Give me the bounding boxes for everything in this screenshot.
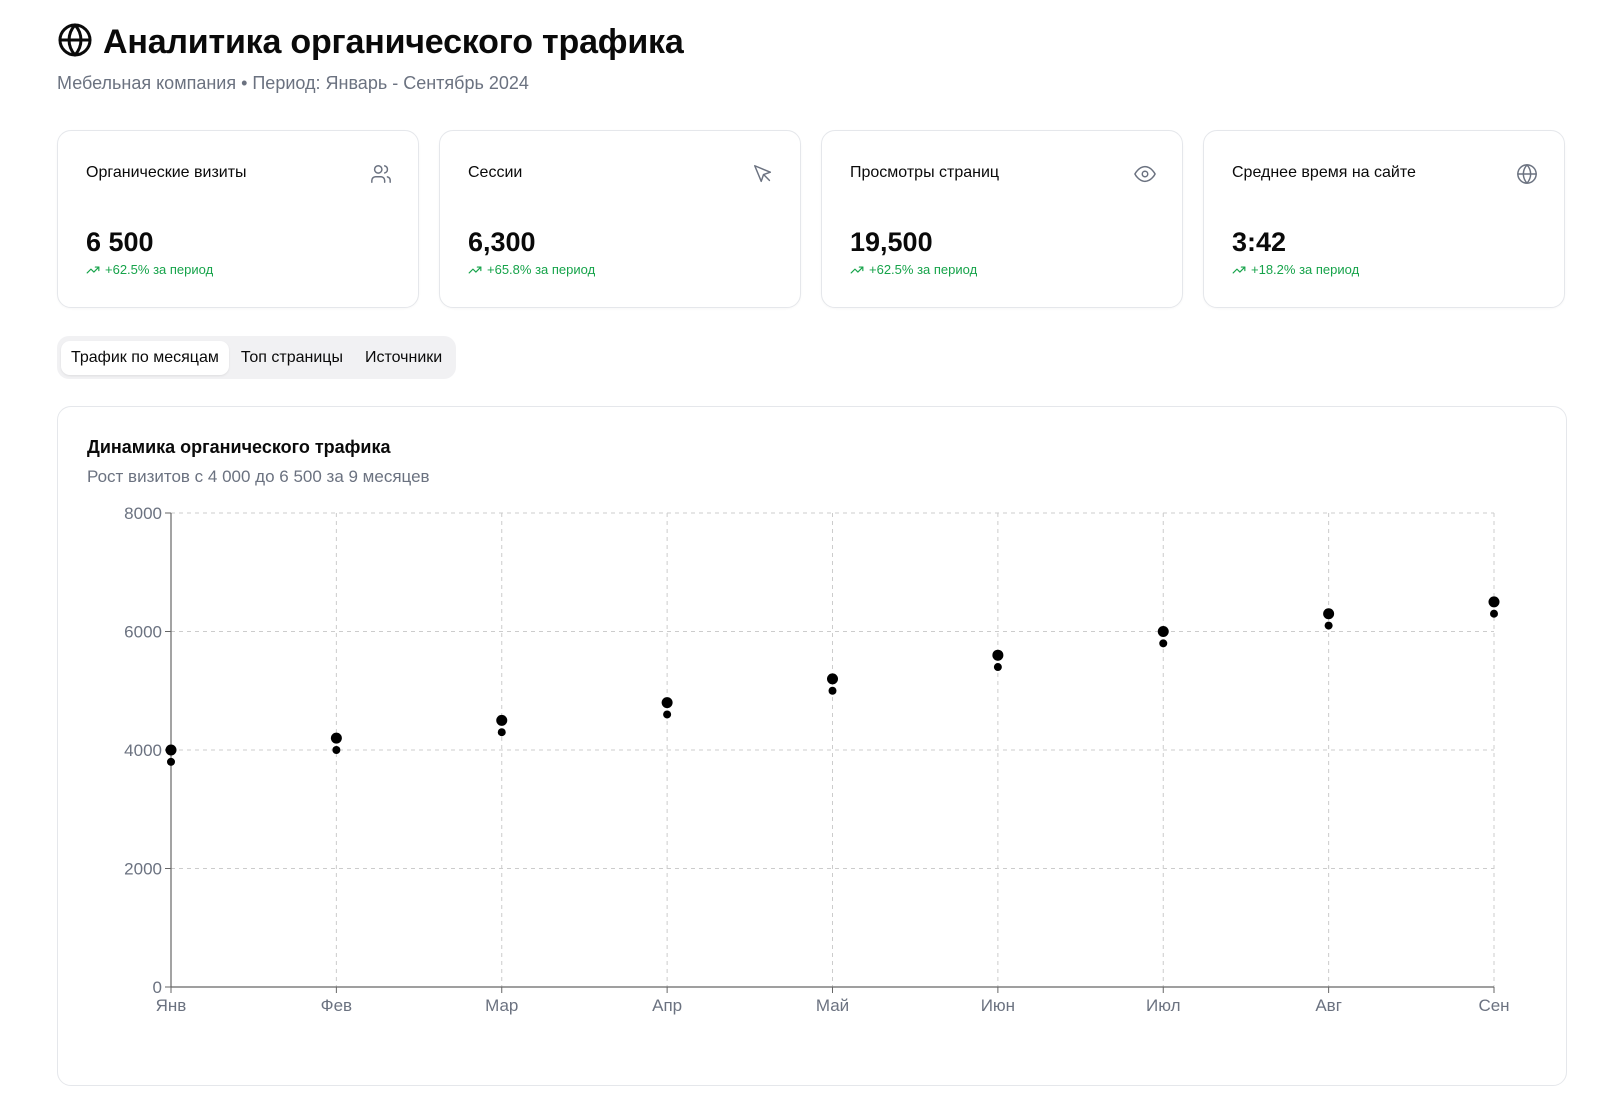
users-icon xyxy=(370,163,392,185)
y-tick-label: 4000 xyxy=(124,741,162,760)
kpi-label: Сессии xyxy=(468,164,523,181)
kpi-value: 3:42 xyxy=(1232,227,1287,257)
y-tick-label: 2000 xyxy=(124,860,162,879)
x-tick-label: Фев xyxy=(321,996,352,1015)
kpi-delta: +62.5% за период xyxy=(850,262,977,277)
data-point-series-2 xyxy=(663,710,672,719)
data-point-series-2 xyxy=(332,746,341,754)
kpi-delta-text: +62.5% за период xyxy=(105,262,214,277)
kpi-label: Просмотры страниц xyxy=(850,164,1000,181)
data-point-series-2 xyxy=(167,757,175,766)
y-tick-label: 0 xyxy=(153,978,162,997)
data-point-series-2 xyxy=(993,663,1002,672)
tab-top-pages[interactable]: Топ страницы xyxy=(231,341,353,375)
x-tick-label: Сен xyxy=(1478,996,1509,1015)
data-point-series-1 xyxy=(330,732,342,744)
kpi-label: Органические визиты xyxy=(86,164,247,181)
kpi-card-sessions: Сессии 6,300 +65.8% за период xyxy=(439,130,801,308)
page-header: Аналитика органического трафика Мебельна… xyxy=(57,22,684,94)
tab-sources[interactable]: Источники xyxy=(355,341,452,375)
data-point-series-2 xyxy=(497,728,506,737)
kpi-cards: Органические визиты 6 500 +62.5% за пери… xyxy=(57,130,1567,308)
kpi-value: 6 500 xyxy=(86,227,154,257)
kpi-delta-text: +65.8% за период xyxy=(487,262,596,277)
kpi-delta-text: +18.2% за период xyxy=(1251,262,1360,277)
tab-list: Трафик по месяцам Топ страницы Источники xyxy=(57,336,457,379)
kpi-card-pageviews: Просмотры страниц 19,500 +62.5% за перио… xyxy=(821,130,1183,308)
eye-icon xyxy=(1134,163,1156,185)
data-point-series-1 xyxy=(1488,596,1500,608)
kpi-delta: +65.8% за период xyxy=(468,262,595,277)
kpi-card-visits: Органические визиты 6 500 +62.5% за пери… xyxy=(57,130,419,308)
x-tick-label: Янв xyxy=(156,996,187,1015)
kpi-value: 19,500 xyxy=(850,227,933,257)
kpi-delta: +62.5% за период xyxy=(86,262,213,277)
x-tick-label: Июн xyxy=(981,996,1015,1015)
cursor-icon xyxy=(752,163,774,185)
x-tick-label: Апр xyxy=(652,996,682,1015)
tab-monthly-traffic[interactable]: Трафик по месяцам xyxy=(61,340,229,375)
y-tick-label: 8000 xyxy=(124,504,162,523)
globe-icon xyxy=(57,22,93,63)
page-subtitle: Мебельная компания • Период: Январь - Се… xyxy=(57,73,529,93)
kpi-delta-text: +62.5% за период xyxy=(869,262,978,277)
kpi-value: 6,300 xyxy=(468,227,536,257)
data-point-series-1 xyxy=(496,714,508,726)
kpi-card-avg-time: Среднее время на сайте 3:42 +18.2% за пе… xyxy=(1203,130,1565,308)
data-point-series-1 xyxy=(1157,626,1169,637)
data-point-series-2 xyxy=(1324,621,1333,630)
trending-up-icon xyxy=(1232,266,1246,273)
kpi-delta: +18.2% за период xyxy=(1232,262,1359,277)
trending-up-icon xyxy=(850,266,864,273)
scatter-chart: 0 2000 4000 6000 8000 Янв Фев Мар Апр Май Июн Июл Ав… xyxy=(124,504,1509,1015)
data-point-series-2 xyxy=(1159,639,1168,648)
x-tick-label: Июл xyxy=(1146,996,1181,1015)
data-point-series-1 xyxy=(1323,608,1335,620)
x-tick-label: Мар xyxy=(485,996,518,1015)
data-point-series-2 xyxy=(828,686,837,695)
globe-icon xyxy=(1516,163,1538,185)
data-point-series-1 xyxy=(165,744,177,756)
data-point-series-1 xyxy=(992,649,1004,661)
data-point-series-2 xyxy=(1490,609,1498,618)
kpi-label: Среднее время на сайте xyxy=(1232,164,1416,181)
chart-card: Динамика органического трафика Рост визи… xyxy=(57,406,1567,1086)
trending-up-icon xyxy=(468,266,482,273)
x-tick-label: Май xyxy=(816,996,849,1015)
data-point-series-1 xyxy=(661,697,673,709)
y-tick-label: 6000 xyxy=(124,623,162,642)
data-point-series-1 xyxy=(827,673,838,685)
page-title: Аналитика органического трафика xyxy=(103,23,684,61)
trending-up-icon xyxy=(86,266,100,273)
x-tick-label: Авг xyxy=(1315,996,1342,1015)
